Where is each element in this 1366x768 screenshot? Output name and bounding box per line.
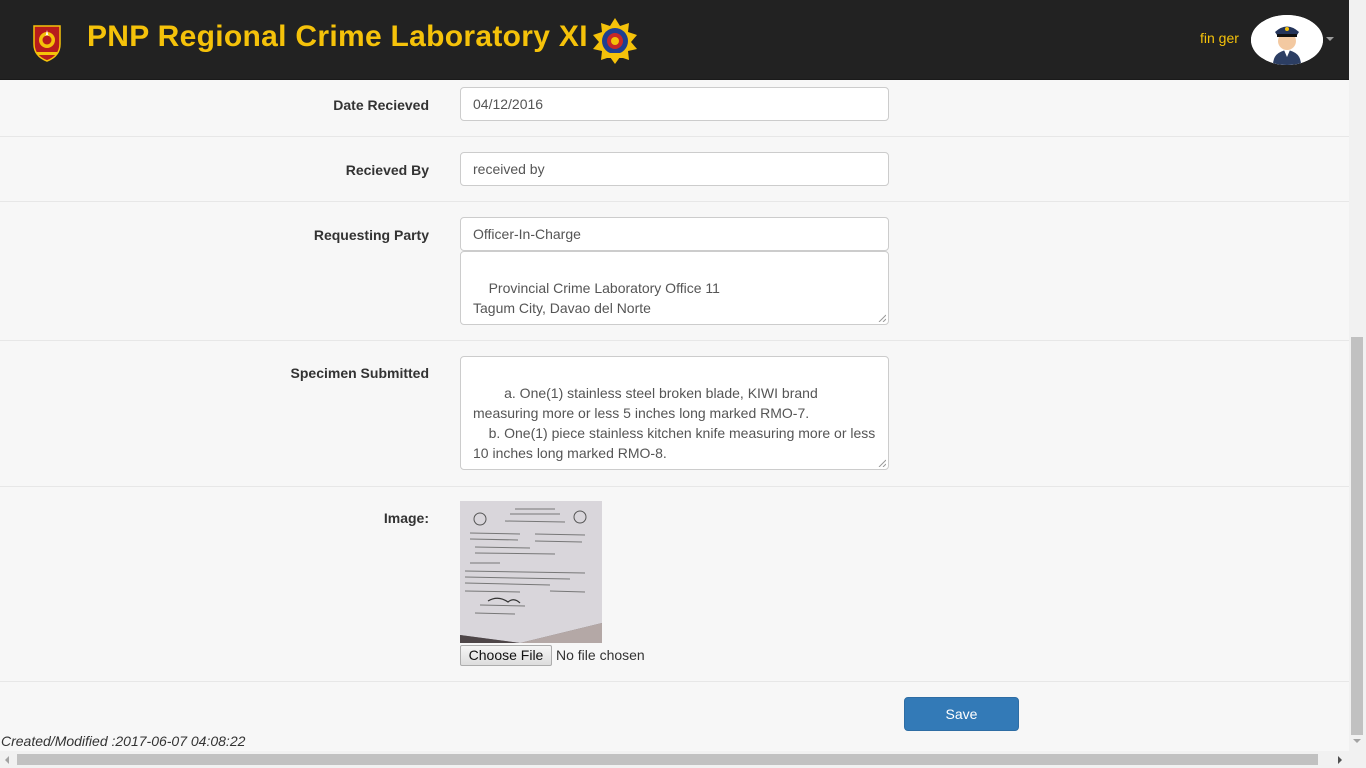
user-name[interactable]: fin ger — [1200, 30, 1239, 46]
uploaded-document-thumbnail — [460, 501, 602, 643]
requesting-party-row: Requesting Party Officer-In-Charge Provi… — [0, 202, 1349, 341]
vertical-scrollbar-thumb[interactable] — [1351, 337, 1363, 735]
received-by-row: Recieved By received by — [0, 137, 1349, 202]
horizontal-scrollbar-thumb[interactable] — [17, 754, 1318, 765]
specimen-submitted-row: Specimen Submitted a. One(1) stainless s… — [0, 341, 1349, 487]
top-navbar: PNP Regional Crime Laboratory XI fin ger — [0, 0, 1349, 80]
created-modified-timestamp: Created/Modified :2017-06-07 04:08:22 — [1, 733, 246, 749]
resize-grip-icon[interactable] — [878, 459, 886, 467]
resize-grip-icon[interactable] — [878, 314, 886, 322]
save-button[interactable]: Save — [904, 697, 1019, 731]
requesting-party-address-text: Provincial Crime Laboratory Office 11 Ta… — [473, 280, 720, 316]
pnp-seal-icon[interactable] — [31, 20, 63, 62]
image-row: Image: — [0, 487, 1349, 682]
police-officer-avatar-icon[interactable] — [1251, 15, 1323, 65]
requesting-party-label: Requesting Party — [313, 227, 429, 243]
received-by-label: Recieved By — [345, 162, 429, 178]
date-received-label: Date Recieved — [333, 97, 429, 113]
requesting-party-input[interactable]: Officer-In-Charge — [460, 217, 889, 251]
forensic-badge-icon — [591, 17, 639, 65]
brand-title[interactable]: PNP Regional Crime Laboratory XI — [87, 20, 588, 54]
scroll-left-arrow-icon[interactable] — [5, 756, 9, 764]
scroll-right-arrow-icon[interactable] — [1338, 756, 1342, 764]
date-received-row: Date Recieved 04/12/2016 — [0, 80, 1349, 137]
received-by-input[interactable]: received by — [460, 152, 889, 186]
date-received-input[interactable]: 04/12/2016 — [460, 87, 889, 121]
chevron-down-icon[interactable] — [1326, 37, 1334, 41]
specimen-submitted-text: a. One(1) stainless steel broken blade, … — [473, 385, 876, 461]
vertical-scrollbar[interactable] — [1349, 0, 1366, 751]
file-status-text: No file chosen — [556, 647, 645, 663]
scroll-down-arrow-icon[interactable] — [1353, 739, 1361, 743]
choose-file-button[interactable]: Choose File — [460, 645, 552, 666]
horizontal-scrollbar[interactable] — [0, 751, 1366, 768]
requesting-party-address-textarea[interactable]: Provincial Crime Laboratory Office 11 Ta… — [460, 251, 889, 325]
image-label: Image: — [383, 510, 429, 526]
specimen-submitted-textarea[interactable]: a. One(1) stainless steel broken blade, … — [460, 356, 889, 470]
specimen-submitted-label: Specimen Submitted — [290, 365, 429, 381]
